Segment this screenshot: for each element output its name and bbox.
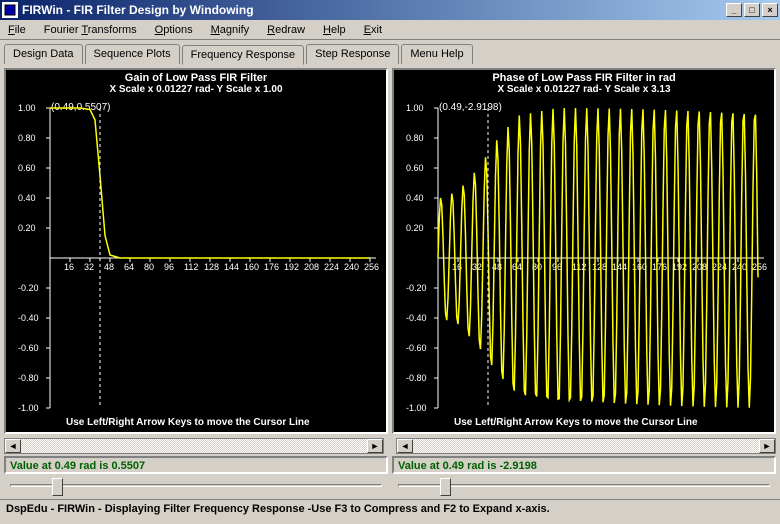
svg-text:96: 96 bbox=[164, 262, 174, 272]
svg-text:-0.60: -0.60 bbox=[18, 343, 39, 353]
phase-chart: -1.00 -0.80 -0.60 -0.40 -0.20 0.20 0.40 0.60 0.8… bbox=[394, 100, 774, 420]
svg-text:176: 176 bbox=[652, 262, 667, 272]
maximize-button[interactable]: □ bbox=[744, 3, 760, 17]
titlebar: FIRWin - FIR Filter Design by Windowing … bbox=[0, 0, 780, 20]
svg-text:144: 144 bbox=[224, 262, 239, 272]
gain-cursor-slider[interactable] bbox=[4, 475, 388, 499]
svg-text:0.40: 0.40 bbox=[18, 193, 36, 203]
tab-frequency-response[interactable]: Frequency Response bbox=[182, 45, 305, 65]
svg-text:208: 208 bbox=[304, 262, 319, 272]
plot-area: Gain of Low Pass FIR Filter X Scale x 0.… bbox=[0, 64, 780, 438]
svg-text:-0.20: -0.20 bbox=[406, 283, 427, 293]
phase-plot-panel[interactable]: Phase of Low Pass FIR Filter in rad X Sc… bbox=[392, 68, 776, 434]
menu-exit[interactable]: Exit bbox=[360, 22, 386, 38]
menu-redraw[interactable]: Redraw bbox=[263, 22, 309, 38]
svg-text:0.20: 0.20 bbox=[18, 223, 36, 233]
tab-step-response[interactable]: Step Response bbox=[306, 44, 399, 64]
svg-text:64: 64 bbox=[124, 262, 134, 272]
svg-text:240: 240 bbox=[732, 262, 747, 272]
phase-plot-title: Phase of Low Pass FIR Filter in rad bbox=[394, 72, 774, 84]
gain-hscrollbar[interactable]: ◄ ► bbox=[4, 438, 384, 454]
svg-text:224: 224 bbox=[324, 262, 339, 272]
svg-text:-0.80: -0.80 bbox=[18, 373, 39, 383]
phase-plot-hint: Use Left/Right Arrow Keys to move the Cu… bbox=[454, 417, 698, 428]
menu-file[interactable]: File bbox=[4, 22, 30, 38]
phase-value-readout: Value at 0.49 rad is -2.9198 bbox=[392, 456, 776, 474]
svg-text:-0.80: -0.80 bbox=[406, 373, 427, 383]
phase-cursor-slider[interactable] bbox=[392, 475, 776, 499]
scroll-left-icon[interactable]: ◄ bbox=[5, 439, 21, 453]
svg-text:256: 256 bbox=[364, 262, 379, 272]
svg-text:128: 128 bbox=[204, 262, 219, 272]
svg-text:192: 192 bbox=[284, 262, 299, 272]
close-button[interactable]: × bbox=[762, 3, 778, 17]
svg-text:176: 176 bbox=[264, 262, 279, 272]
app-icon bbox=[2, 2, 18, 18]
svg-text:1.00: 1.00 bbox=[18, 103, 36, 113]
menu-magnify[interactable]: Magnify bbox=[207, 22, 254, 38]
minimize-button[interactable]: _ bbox=[726, 3, 742, 17]
svg-text:0.60: 0.60 bbox=[18, 163, 36, 173]
svg-text:-1.00: -1.00 bbox=[406, 403, 427, 413]
svg-text:-0.20: -0.20 bbox=[18, 283, 39, 293]
phase-hscrollbar[interactable]: ◄ ► bbox=[396, 438, 776, 454]
svg-text:112: 112 bbox=[184, 262, 198, 272]
tab-menu-help[interactable]: Menu Help bbox=[401, 44, 472, 64]
slider-thumb[interactable] bbox=[52, 478, 63, 496]
status-bar: DspEdu - FIRWin - Displaying Filter Freq… bbox=[0, 499, 780, 518]
svg-text:1.00: 1.00 bbox=[406, 103, 424, 113]
phase-plot-subtitle: X Scale x 0.01227 rad- Y Scale x 3.13 bbox=[394, 84, 774, 95]
scroll-right-icon[interactable]: ► bbox=[367, 439, 383, 453]
svg-text:0.40: 0.40 bbox=[406, 193, 424, 203]
gain-plot-title: Gain of Low Pass FIR Filter bbox=[6, 72, 386, 84]
menubar: File Fourier Transforms Options Magnify … bbox=[0, 20, 780, 40]
gain-plot-subtitle: X Scale x 0.01227 rad- Y Scale x 1.00 bbox=[6, 84, 386, 95]
svg-text:0.80: 0.80 bbox=[406, 133, 424, 143]
svg-text:-0.40: -0.40 bbox=[406, 313, 427, 323]
window-title: FIRWin - FIR Filter Design by Windowing bbox=[22, 3, 254, 17]
gain-chart: -1.00 -0.80 -0.60 -0.40 -0.20 0.20 0.40 0.60 0.8… bbox=[6, 100, 386, 420]
svg-text:-0.60: -0.60 bbox=[406, 343, 427, 353]
svg-text:16: 16 bbox=[64, 262, 74, 272]
svg-text:256: 256 bbox=[752, 262, 767, 272]
svg-text:160: 160 bbox=[244, 262, 259, 272]
svg-text:144: 144 bbox=[612, 262, 627, 272]
svg-text:-0.40: -0.40 bbox=[18, 313, 39, 323]
menu-help[interactable]: Help bbox=[319, 22, 350, 38]
menu-fourier[interactable]: Fourier Transforms bbox=[40, 22, 141, 38]
scroll-right-icon[interactable]: ► bbox=[759, 439, 775, 453]
slider-thumb[interactable] bbox=[440, 478, 451, 496]
svg-text:80: 80 bbox=[144, 262, 154, 272]
svg-text:208: 208 bbox=[692, 262, 707, 272]
svg-text:32: 32 bbox=[84, 262, 94, 272]
scroll-left-icon[interactable]: ◄ bbox=[397, 439, 413, 453]
tab-design-data[interactable]: Design Data bbox=[4, 44, 83, 64]
readout-row: Value at 0.49 rad is 0.5507 Value at 0.4… bbox=[0, 456, 780, 499]
svg-text:0.80: 0.80 bbox=[18, 133, 36, 143]
svg-text:-1.00: -1.00 bbox=[18, 403, 39, 413]
menu-options[interactable]: Options bbox=[151, 22, 197, 38]
svg-text:0.60: 0.60 bbox=[406, 163, 424, 173]
svg-text:48: 48 bbox=[104, 262, 114, 272]
tabbar: Design Data Sequence Plots Frequency Res… bbox=[0, 40, 780, 64]
svg-text:0.20: 0.20 bbox=[406, 223, 424, 233]
gain-plot-hint: Use Left/Right Arrow Keys to move the Cu… bbox=[66, 417, 310, 428]
gain-plot-panel[interactable]: Gain of Low Pass FIR Filter X Scale x 0.… bbox=[4, 68, 388, 434]
svg-text:240: 240 bbox=[344, 262, 359, 272]
tab-sequence-plots[interactable]: Sequence Plots bbox=[85, 44, 180, 64]
gain-value-readout: Value at 0.49 rad is 0.5507 bbox=[4, 456, 388, 474]
